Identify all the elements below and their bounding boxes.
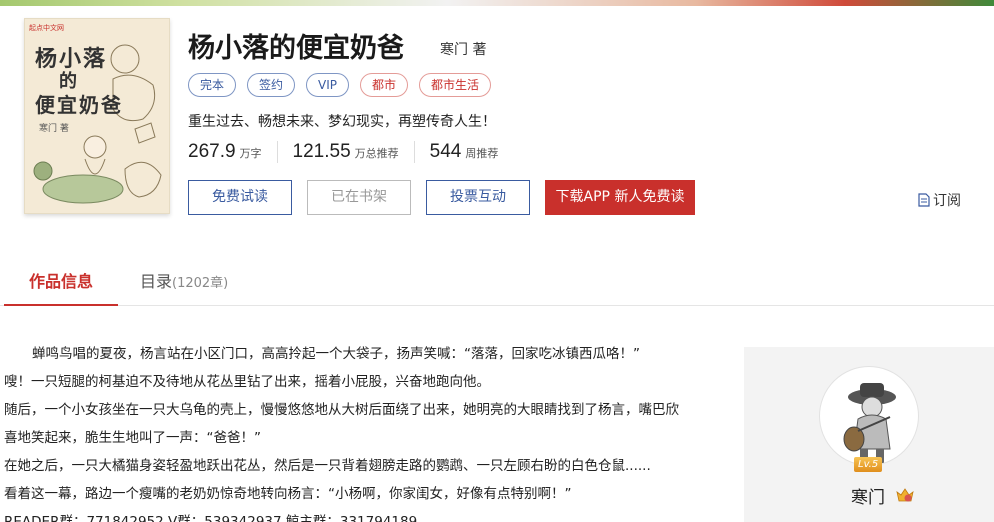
- description-paragraph: 看着这一幕，路边一个瘦嘴的老奶奶惊奇地转向杨言：“小杨啊，你家闺女，好像有点特别…: [4, 486, 572, 502]
- vote-button[interactable]: 投票互动: [426, 180, 530, 215]
- stat-value: 544: [429, 141, 462, 162]
- book-stats: 267.9 万字 121.55 万总推荐 544 周推荐: [188, 141, 528, 163]
- in-shelf-button[interactable]: 已在书架: [307, 180, 411, 215]
- description-paragraph: 在她之后，一只大橘猫身姿轻盈地跃出花丛，然后是一只背着翅膀走路的鹦鹉、一只左顾右…: [4, 458, 651, 474]
- description-paragraph: 蝉鸣鸟唱的夏夜，杨言站在小区门口，高高拎起一个大袋子，扬声笑喊：“落落，回家吃冰…: [32, 346, 640, 362]
- tab-catalog-label: 目录: [140, 272, 173, 291]
- subscribe-link[interactable]: 订阅: [918, 190, 961, 210]
- top-decor-strip: [0, 0, 994, 6]
- subscribe-label: 订阅: [933, 193, 961, 209]
- book-cover[interactable]: 起点中文网 杨小落 的 便宜奶爸 寒门 著: [24, 18, 170, 214]
- crown-icon: [896, 488, 914, 502]
- tag-urban[interactable]: 都市: [360, 73, 409, 97]
- tag-vip: VIP: [306, 73, 350, 97]
- book-title: 杨小落的便宜奶爸: [188, 33, 404, 64]
- stat-unit: 万总推荐: [354, 147, 399, 160]
- free-read-button[interactable]: 免费试读: [188, 180, 292, 215]
- book-author[interactable]: 寒门 著: [440, 39, 486, 59]
- tab-catalog-count: (1202章): [172, 276, 229, 291]
- book-intro: 重生过去、畅想未来、梦幻现实，再塑传奇人生！: [188, 114, 496, 130]
- stat-unit: 周推荐: [465, 147, 499, 160]
- tab-book-info[interactable]: 作品信息: [4, 258, 118, 306]
- stat-value: 267.9: [188, 141, 236, 162]
- stat-word-count: 267.9 万字: [188, 141, 278, 163]
- tag-list: 完本 签约 VIP 都市 都市生活: [188, 73, 492, 97]
- stat-value: 121.55: [292, 141, 351, 162]
- stat-unit: 万字: [239, 147, 262, 160]
- tab-bar: 作品信息 目录(1202章): [0, 258, 994, 306]
- description-paragraph: READER群：771842952 V群：539342937 鲸主群：33179…: [4, 514, 418, 522]
- stat-weekly-recommend: 544 周推荐: [430, 141, 514, 163]
- author-level-badge: Lv.5: [854, 457, 883, 472]
- tag-complete: 完本: [188, 73, 237, 97]
- cover-author: 寒门 著: [39, 124, 69, 134]
- author-name[interactable]: 寒门: [851, 483, 885, 508]
- author-card: Lv.5 寒门: [744, 347, 994, 522]
- description-paragraph: 喜地笑起来，脆生生地叫了一声：“爸爸！”: [4, 430, 261, 446]
- book-description: 蝉鸣鸟唱的夏夜，杨言站在小区门口，高高拎起一个大袋子，扬声笑喊：“落落，回家吃冰…: [4, 340, 714, 522]
- avatar-illustration: [843, 383, 896, 463]
- tab-catalog[interactable]: 目录(1202章): [140, 258, 228, 306]
- tag-signed: 签约: [247, 73, 296, 97]
- document-icon: [918, 193, 930, 207]
- stat-total-recommend: 121.55 万总推荐: [293, 141, 415, 163]
- download-app-button[interactable]: 下载APP 新人免费读: [545, 180, 695, 215]
- cover-badge: 起点中文网: [29, 24, 64, 32]
- description-paragraph: 嗖！一只短腿的柯基迫不及待地从花丛里钻了出来，摇着小屁股，兴奋地跑向他。: [4, 374, 490, 390]
- tag-urban-life[interactable]: 都市生活: [419, 73, 492, 97]
- description-paragraph: 随后，一个小女孩坐在一只大乌龟的壳上，慢慢悠悠地从大树后面绕了出来，她明亮的大眼…: [4, 402, 679, 418]
- author-avatar[interactable]: [819, 366, 919, 466]
- cover-title-line3: 便宜奶爸: [35, 93, 123, 117]
